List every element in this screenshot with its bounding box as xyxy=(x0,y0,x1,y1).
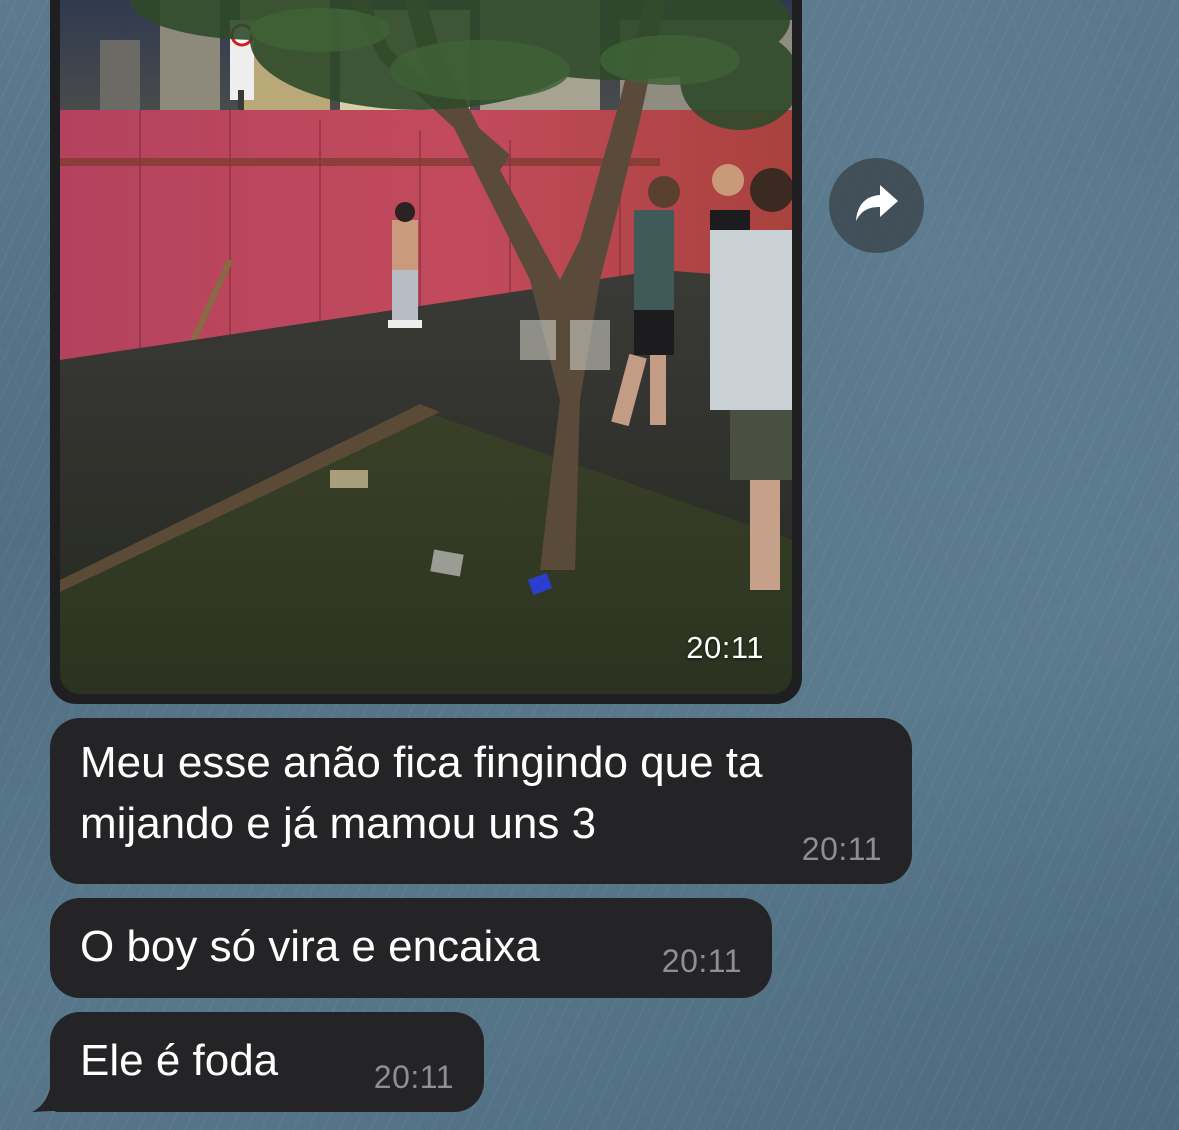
photo-attachment[interactable]: 20:11 xyxy=(60,0,792,694)
message-bubble[interactable]: Meu esse anão fica fingindo que ta mijan… xyxy=(50,718,912,884)
message-timestamp: 20:11 xyxy=(661,943,742,979)
photo-message-bubble[interactable]: 20:11 xyxy=(50,0,802,704)
message-text: O boy só vira e encaixa xyxy=(80,922,540,971)
message-timestamp: 20:11 xyxy=(373,1059,454,1095)
forward-button[interactable] xyxy=(829,158,924,253)
message-bubble[interactable]: Ele é foda 20:11 xyxy=(50,1012,484,1112)
forward-arrow-icon xyxy=(854,183,900,228)
message-bubble[interactable]: O boy só vira e encaixa 20:11 xyxy=(50,898,772,998)
message-timestamp: 20:11 xyxy=(801,831,882,867)
photo-timestamp: 20:11 xyxy=(686,630,764,665)
message-text: Meu esse anão fica fingindo que ta mijan… xyxy=(80,738,763,848)
